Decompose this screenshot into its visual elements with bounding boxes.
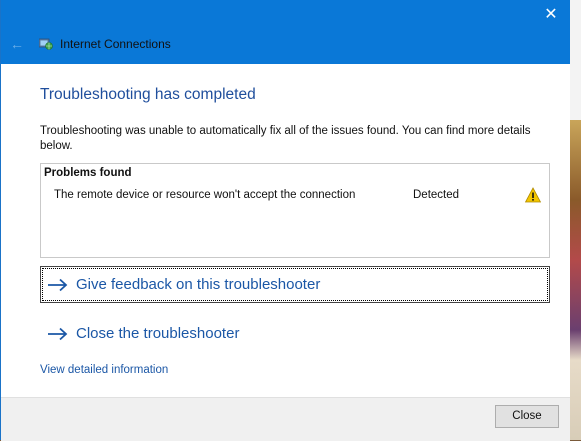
back-arrow-icon[interactable]: ← [10,37,24,51]
warning-icon [525,187,541,203]
close-troubleshooter-label: Close the troubleshooter [76,325,240,342]
view-detailed-information-link[interactable]: View detailed information [40,364,168,376]
close-troubleshooter-link[interactable]: Close the troubleshooter [40,315,550,352]
summary-text: Troubleshooting was unable to automatica… [40,125,531,152]
troubleshooter-window: ✕ ← Internet Connections Troubleshooting… [0,0,570,441]
problems-found-title: Problems found [44,167,132,179]
title-bar: ✕ ← Internet Connections [1,0,570,64]
give-feedback-label: Give feedback on this troubleshooter [76,276,321,293]
background-window-strip [570,0,581,440]
close-button[interactable]: Close [495,405,559,428]
problem-status: Detected [413,189,460,201]
page-title: Troubleshooting has completed [40,86,256,103]
problem-description[interactable]: The remote device or resource won't acce… [54,189,355,201]
close-window-icon[interactable]: ✕ [542,6,560,24]
right-arrow-icon [48,278,68,291]
window-title: Internet Connections [60,37,171,51]
footer-bar: Close [1,397,570,441]
problems-found-panel: Problems found The remote device or reso… [40,163,550,258]
right-arrow-icon [48,327,68,340]
network-globe-icon [39,38,53,50]
give-feedback-link[interactable]: Give feedback on this troubleshooter [40,266,550,303]
